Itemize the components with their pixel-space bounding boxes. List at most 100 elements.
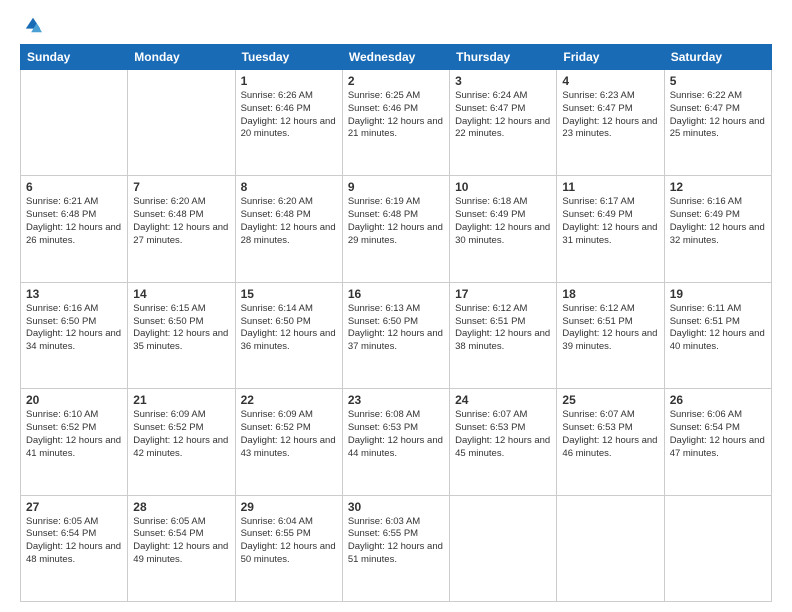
day-number: 12	[670, 180, 766, 194]
sunrise-text: Sunrise: 6:12 AM	[455, 303, 551, 316]
day-info: Sunrise: 6:26 AMSunset: 6:46 PMDaylight:…	[241, 90, 337, 141]
daylight-text: Daylight: 12 hours and 46 minutes.	[562, 435, 658, 461]
day-number: 15	[241, 287, 337, 301]
calendar-day-empty	[664, 495, 771, 601]
sunset-text: Sunset: 6:53 PM	[562, 422, 658, 435]
daylight-text: Daylight: 12 hours and 50 minutes.	[241, 541, 337, 567]
sunset-text: Sunset: 6:51 PM	[670, 316, 766, 329]
daylight-text: Daylight: 12 hours and 36 minutes.	[241, 328, 337, 354]
day-info: Sunrise: 6:19 AMSunset: 6:48 PMDaylight:…	[348, 196, 444, 247]
sunrise-text: Sunrise: 6:21 AM	[26, 196, 122, 209]
day-info: Sunrise: 6:10 AMSunset: 6:52 PMDaylight:…	[26, 409, 122, 460]
sunrise-text: Sunrise: 6:22 AM	[670, 90, 766, 103]
day-info: Sunrise: 6:23 AMSunset: 6:47 PMDaylight:…	[562, 90, 658, 141]
daylight-text: Daylight: 12 hours and 35 minutes.	[133, 328, 229, 354]
calendar-header-friday: Friday	[557, 45, 664, 70]
day-number: 23	[348, 393, 444, 407]
header	[20, 16, 772, 34]
day-info: Sunrise: 6:05 AMSunset: 6:54 PMDaylight:…	[26, 516, 122, 567]
day-number: 4	[562, 74, 658, 88]
daylight-text: Daylight: 12 hours and 26 minutes.	[26, 222, 122, 248]
calendar-day-empty	[557, 495, 664, 601]
day-number: 7	[133, 180, 229, 194]
day-number: 3	[455, 74, 551, 88]
day-number: 27	[26, 500, 122, 514]
sunset-text: Sunset: 6:51 PM	[562, 316, 658, 329]
sunset-text: Sunset: 6:49 PM	[455, 209, 551, 222]
sunset-text: Sunset: 6:55 PM	[241, 528, 337, 541]
calendar-day-6: 6Sunrise: 6:21 AMSunset: 6:48 PMDaylight…	[21, 176, 128, 282]
day-number: 25	[562, 393, 658, 407]
calendar-day-15: 15 Sunrise: 6:14 AMSunset: 6:50 PMDayligh…	[235, 282, 342, 388]
day-number: 29	[241, 500, 337, 514]
day-info: Sunrise: 6:11 AMSunset: 6:51 PMDaylight:…	[670, 303, 766, 354]
day-info: Sunrise: 6:16 AMSunset: 6:50 PMDaylight:…	[26, 303, 122, 354]
calendar-week-5: 27Sunrise: 6:05 AMSunset: 6:54 PMDayligh…	[21, 495, 772, 601]
calendar-header-tuesday: Tuesday	[235, 45, 342, 70]
calendar-day-30: 30 Sunrise: 6:03 AMSunset: 6:55 PMDayligh…	[342, 495, 449, 601]
sunrise-text: Sunrise: 6:05 AM	[133, 516, 229, 529]
calendar-day-16: 16Sunrise: 6:13 AMSunset: 6:50 PMDayligh…	[342, 282, 449, 388]
day-info: Sunrise: 6:20 AMSunset: 6:48 PMDaylight:…	[241, 196, 337, 247]
sunset-text: Sunset: 6:46 PM	[241, 103, 337, 116]
sunrise-text: Sunrise: 6:07 AM	[562, 409, 658, 422]
daylight-text: Daylight: 12 hours and 48 minutes.	[26, 541, 122, 567]
calendar-header-row: SundayMondayTuesdayWednesdayThursdayFrid…	[21, 45, 772, 70]
daylight-text: Daylight: 12 hours and 40 minutes.	[670, 328, 766, 354]
sunset-text: Sunset: 6:49 PM	[670, 209, 766, 222]
calendar-day-9: 9Sunrise: 6:19 AMSunset: 6:48 PMDaylight…	[342, 176, 449, 282]
calendar-table: SundayMondayTuesdayWednesdayThursdayFrid…	[20, 44, 772, 602]
calendar-day-21: 21Sunrise: 6:09 AMSunset: 6:52 PMDayligh…	[128, 389, 235, 495]
calendar-day-17: 17Sunrise: 6:12 AMSunset: 6:51 PMDayligh…	[450, 282, 557, 388]
calendar-header-saturday: Saturday	[664, 45, 771, 70]
calendar-week-2: 6Sunrise: 6:21 AMSunset: 6:48 PMDaylight…	[21, 176, 772, 282]
sunrise-text: Sunrise: 6:13 AM	[348, 303, 444, 316]
day-number: 1	[241, 74, 337, 88]
day-info: Sunrise: 6:03 AMSunset: 6:55 PMDaylight:…	[348, 516, 444, 567]
calendar-day-4: 4 Sunrise: 6:23 AMSunset: 6:47 PMDaylight…	[557, 70, 664, 176]
sunrise-text: Sunrise: 6:19 AM	[348, 196, 444, 209]
daylight-text: Daylight: 12 hours and 39 minutes.	[562, 328, 658, 354]
sunset-text: Sunset: 6:50 PM	[26, 316, 122, 329]
calendar-week-3: 13Sunrise: 6:16 AMSunset: 6:50 PMDayligh…	[21, 282, 772, 388]
sunset-text: Sunset: 6:48 PM	[348, 209, 444, 222]
daylight-text: Daylight: 12 hours and 32 minutes.	[670, 222, 766, 248]
sunset-text: Sunset: 6:48 PM	[241, 209, 337, 222]
calendar-day-empty	[450, 495, 557, 601]
day-info: Sunrise: 6:22 AMSunset: 6:47 PMDaylight:…	[670, 90, 766, 141]
day-info: Sunrise: 6:14 AMSunset: 6:50 PMDaylight:…	[241, 303, 337, 354]
daylight-text: Daylight: 12 hours and 43 minutes.	[241, 435, 337, 461]
daylight-text: Daylight: 12 hours and 23 minutes.	[562, 116, 658, 142]
sunset-text: Sunset: 6:54 PM	[133, 528, 229, 541]
day-info: Sunrise: 6:21 AMSunset: 6:48 PMDaylight:…	[26, 196, 122, 247]
calendar-day-14: 14Sunrise: 6:15 AMSunset: 6:50 PMDayligh…	[128, 282, 235, 388]
day-info: Sunrise: 6:12 AMSunset: 6:51 PMDaylight:…	[455, 303, 551, 354]
calendar-day-23: 23Sunrise: 6:08 AMSunset: 6:53 PMDayligh…	[342, 389, 449, 495]
sunset-text: Sunset: 6:46 PM	[348, 103, 444, 116]
day-info: Sunrise: 6:13 AMSunset: 6:50 PMDaylight:…	[348, 303, 444, 354]
daylight-text: Daylight: 12 hours and 21 minutes.	[348, 116, 444, 142]
calendar-day-8: 8Sunrise: 6:20 AMSunset: 6:48 PMDaylight…	[235, 176, 342, 282]
calendar-day-10: 10Sunrise: 6:18 AMSunset: 6:49 PMDayligh…	[450, 176, 557, 282]
sunrise-text: Sunrise: 6:11 AM	[670, 303, 766, 316]
day-number: 30	[348, 500, 444, 514]
sunset-text: Sunset: 6:53 PM	[348, 422, 444, 435]
daylight-text: Daylight: 12 hours and 51 minutes.	[348, 541, 444, 567]
day-info: Sunrise: 6:09 AMSunset: 6:52 PMDaylight:…	[241, 409, 337, 460]
day-number: 20	[26, 393, 122, 407]
sunset-text: Sunset: 6:51 PM	[455, 316, 551, 329]
sunrise-text: Sunrise: 6:09 AM	[133, 409, 229, 422]
calendar-day-25: 25 Sunrise: 6:07 AMSunset: 6:53 PMDayligh…	[557, 389, 664, 495]
sunrise-text: Sunrise: 6:06 AM	[670, 409, 766, 422]
day-info: Sunrise: 6:24 AMSunset: 6:47 PMDaylight:…	[455, 90, 551, 141]
day-info: Sunrise: 6:16 AMSunset: 6:49 PMDaylight:…	[670, 196, 766, 247]
day-info: Sunrise: 6:15 AMSunset: 6:50 PMDaylight:…	[133, 303, 229, 354]
day-number: 22	[241, 393, 337, 407]
daylight-text: Daylight: 12 hours and 20 minutes.	[241, 116, 337, 142]
sunrise-text: Sunrise: 6:16 AM	[670, 196, 766, 209]
daylight-text: Daylight: 12 hours and 28 minutes.	[241, 222, 337, 248]
calendar-day-20: 20 Sunrise: 6:10 AMSunset: 6:52 PMDayligh…	[21, 389, 128, 495]
calendar-day-27: 27 Sunrise: 6:05 AMSunset: 6:54 PMDayligh…	[21, 495, 128, 601]
day-info: Sunrise: 6:25 AMSunset: 6:46 PMDaylight:…	[348, 90, 444, 141]
daylight-text: Daylight: 12 hours and 37 minutes.	[348, 328, 444, 354]
